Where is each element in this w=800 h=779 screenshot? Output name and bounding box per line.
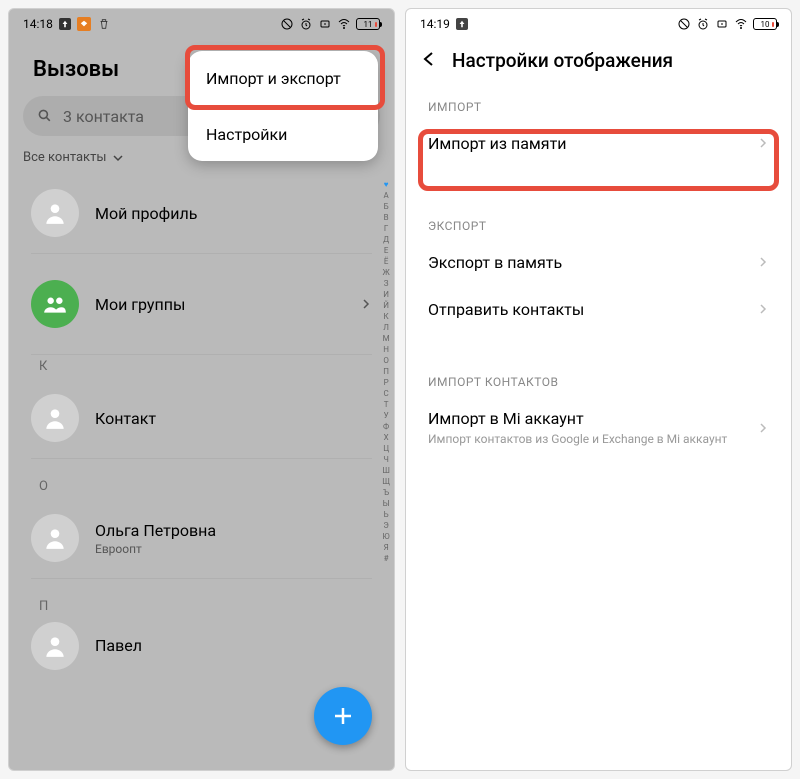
section-import: ИМПОРТ [406,88,791,120]
trash-icon [97,17,111,31]
add-contact-fab[interactable] [314,687,372,745]
chevron-right-icon [757,419,769,438]
menu-import-export[interactable]: Импорт и экспорт [188,51,378,106]
section-o: О [9,459,394,498]
section-k: К [9,355,394,378]
phone-right: 14:19 10 На [405,8,792,771]
import-to-mi-account[interactable]: Импорт в Mi аккаунт Импорт контактов из … [406,395,791,462]
statusbar-left: 14:18 11 [9,9,394,39]
back-button[interactable] [420,50,438,72]
section-p: П [9,579,394,618]
statusbar-right: 14:19 10 [406,9,791,39]
person-icon [31,394,79,442]
person-icon [31,622,79,670]
my-groups-row[interactable]: Мои группы [9,254,394,354]
search-icon [37,108,53,124]
plus-icon [331,704,355,728]
wifi-icon [734,17,748,31]
upload-indicator-icon [59,18,71,30]
menu-settings[interactable]: Настройки [188,106,378,161]
do-not-disturb-icon [677,17,691,31]
status-time: 14:19 [420,17,450,31]
overflow-menu: Импорт и экспорт Настройки [188,51,378,161]
search-placeholder: 3 контакта [63,107,144,126]
rotation-lock-icon [318,17,332,31]
send-contacts[interactable]: Отправить контакты [406,286,791,333]
phone-left: 14:18 11 [8,8,395,771]
export-to-memory[interactable]: Экспорт в память [406,239,791,286]
app-notification-icon [77,17,91,31]
alarm-icon [696,17,710,31]
alpha-index[interactable]: ♥ АБВГДЕЁЖЗИЙКЛМНОПРСТУФХЦЧШЩЪЫЬЭЮЯ# [382,179,390,564]
chevron-right-icon [757,300,769,319]
chevron-left-icon [420,50,438,68]
chevron-down-icon [112,152,124,164]
pavel-row[interactable]: Павел [9,618,394,673]
contact-row[interactable]: Контакт [9,378,394,458]
header: Настройки отображения [406,39,791,88]
status-time: 14:18 [23,17,53,31]
battery-icon: 10 [753,18,777,30]
chevron-right-icon [757,253,769,272]
rotation-lock-icon [715,17,729,31]
chevron-right-icon [360,295,372,314]
page-title: Настройки отображения [452,49,673,72]
section-export: ЭКСПОРТ [406,189,791,239]
import-from-memory[interactable]: Импорт из памяти [406,120,791,167]
person-icon [31,514,79,562]
battery-icon: 11 [356,18,380,30]
alarm-icon [299,17,313,31]
do-not-disturb-icon [280,17,294,31]
group-icon [31,280,79,328]
person-icon [31,189,79,237]
upload-indicator-icon [456,18,468,30]
olga-row[interactable]: Ольга Петровна Евроопт [9,498,394,578]
favorites-heart-icon[interactable]: ♥ [382,179,390,190]
wifi-icon [337,17,351,31]
chevron-right-icon [757,134,769,153]
section-import-contacts: ИМПОРТ КОНТАКТОВ [406,355,791,395]
my-profile-row[interactable]: Мой профиль [9,173,394,253]
